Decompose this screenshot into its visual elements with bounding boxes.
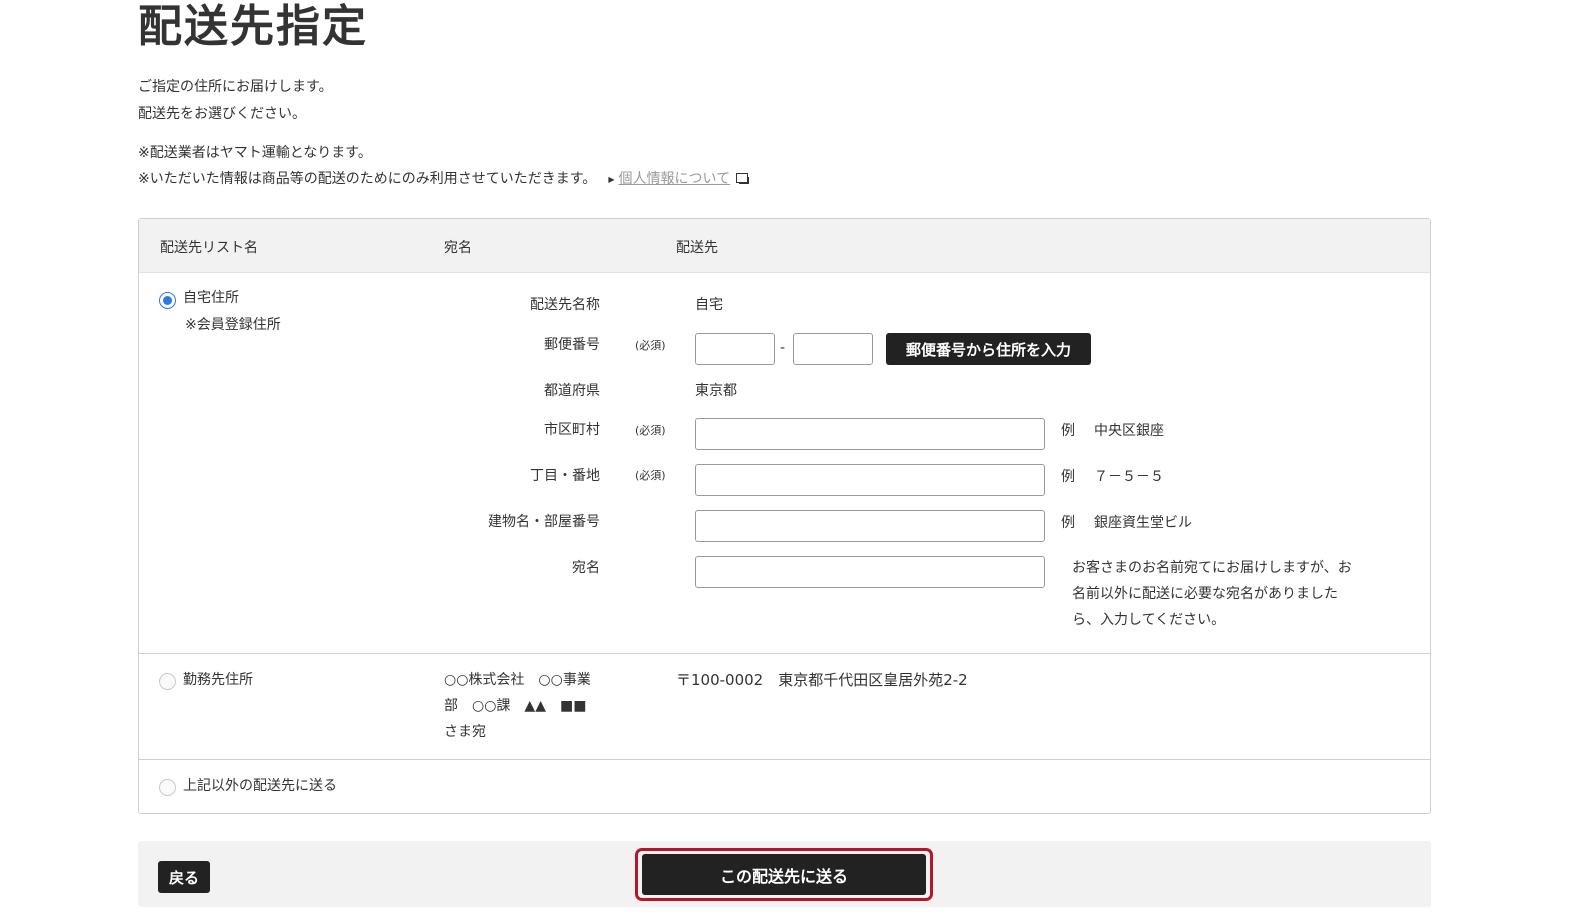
other-label: 上記以外の配送先に送る xyxy=(183,778,337,794)
city-required: (必須) xyxy=(635,424,666,437)
postal-required: (必須) xyxy=(635,339,666,352)
note-line-1: ※配送業者はヤマト運輸となります。 xyxy=(138,145,372,161)
building-input[interactable] xyxy=(695,510,1045,542)
privacy-link[interactable]: 個人情報について xyxy=(619,171,731,187)
block-required: (必須) xyxy=(635,469,666,482)
recipient-label: 宛名 xyxy=(572,560,600,576)
postal-label: 郵便番号 xyxy=(544,337,600,353)
table-header: 配送先リスト名 宛名 配送先 xyxy=(139,219,1430,273)
row-divider xyxy=(139,653,1430,654)
building-example-prefix: 例 xyxy=(1061,515,1075,531)
note-line-2-text: ※いただいた情報は商品等の配送のためにのみ利用させていただきます。 xyxy=(138,171,597,187)
recipient-note-line-1: お客さまのお名前宛てにお届けしますが、お xyxy=(1072,560,1352,576)
postal-code-first-input[interactable] xyxy=(695,333,775,365)
header-destination: 配送先 xyxy=(676,240,718,256)
footer-bar: 戻る この配送先に送る xyxy=(138,841,1431,907)
recipient-input[interactable] xyxy=(695,556,1045,588)
city-example: 中央区銀座 xyxy=(1094,423,1164,439)
work-recipient-line-1: ○○株式会社 ○○事業 xyxy=(444,672,591,688)
city-example-prefix: 例 xyxy=(1061,423,1075,439)
building-example: 銀座資生堂ビル xyxy=(1094,515,1192,531)
page-title: 配送先指定 xyxy=(138,1,368,52)
header-list-name: 配送先リスト名 xyxy=(160,240,258,256)
postal-code-second-input[interactable] xyxy=(793,333,873,365)
external-window-icon xyxy=(736,173,750,184)
recipient-note-line-3: ら、入力してください。 xyxy=(1072,612,1226,628)
header-recipient: 宛名 xyxy=(444,240,472,256)
intro-line-1: ご指定の住所にお届けします。 xyxy=(138,79,333,95)
postal-lookup-button[interactable]: 郵便番号から住所を入力 xyxy=(886,333,1091,365)
home-sublabel: ※会員登録住所 xyxy=(185,317,281,333)
arrow-right-icon: ▶ xyxy=(608,175,615,184)
city-input[interactable] xyxy=(695,418,1045,450)
note-line-2: ※いただいた情報は商品等の配送のためにのみ利用させていただきます。 ▶ 個人情報につ… xyxy=(138,169,750,191)
work-label: 勤務先住所 xyxy=(183,672,253,688)
radio-home[interactable] xyxy=(159,292,176,309)
submit-address-button[interactable]: この配送先に送る xyxy=(642,854,926,895)
postal-separator: - xyxy=(780,340,786,356)
block-example-prefix: 例 xyxy=(1061,469,1075,485)
delivery-name-label: 配送先名称 xyxy=(530,297,600,313)
recipient-note-line-2: 名前以外に配送に必要な宛名がありました xyxy=(1072,586,1338,602)
block-example: ７－５－５ xyxy=(1094,469,1164,485)
city-label: 市区町村 xyxy=(544,422,600,438)
building-label: 建物名・部屋番号 xyxy=(488,514,600,530)
home-label: 自宅住所 xyxy=(183,290,239,306)
work-address: 〒100-0002 東京都千代田区皇居外苑2-2 xyxy=(676,671,968,689)
block-label: 丁目・番地 xyxy=(530,468,600,484)
intro-line-2: 配送先をお選びください。 xyxy=(138,106,306,122)
radio-work[interactable] xyxy=(159,673,176,690)
block-input[interactable] xyxy=(695,464,1045,496)
work-recipient-line-2: 部 ○○課 ▲▲ ■■ xyxy=(444,698,587,714)
work-recipient-line-3: さま宛 xyxy=(444,724,486,740)
prefecture-label: 都道府県 xyxy=(544,383,600,399)
prefecture-value: 東京都 xyxy=(695,383,737,399)
back-button[interactable]: 戻る xyxy=(158,861,210,893)
address-table: 配送先リスト名 宛名 配送先 自宅住所 ※会員登録住所 配送先名称 自宅 郵便番… xyxy=(138,218,1431,814)
row-divider xyxy=(139,759,1430,760)
radio-other[interactable] xyxy=(159,779,176,796)
delivery-name-value: 自宅 xyxy=(695,297,723,313)
